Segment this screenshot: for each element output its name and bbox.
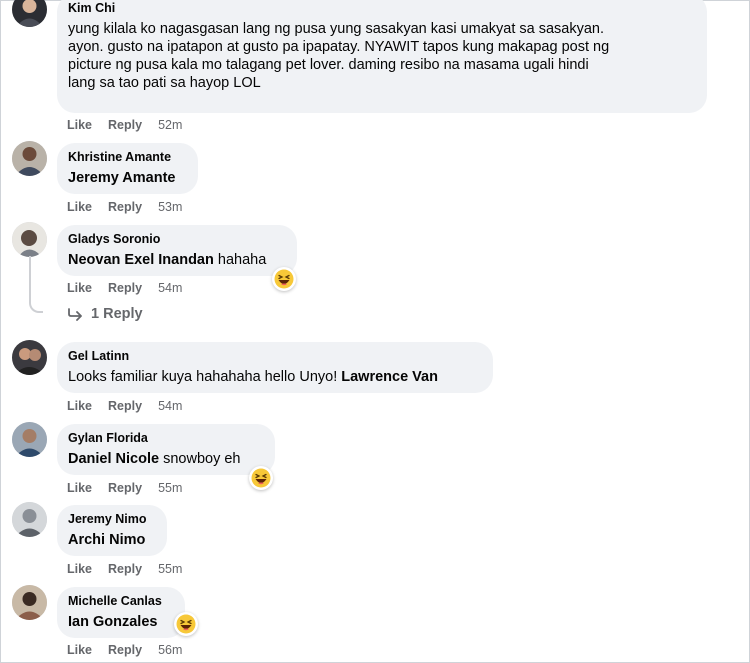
- comment-bubble: Gladys Soronio Neovan Exel Inandan hahah…: [57, 225, 297, 276]
- reaction-badge[interactable]: [174, 612, 198, 636]
- comment-text: Neovan Exel Inandan hahaha: [68, 251, 285, 269]
- comment-actions: Like Reply 55m: [67, 480, 182, 496]
- haha-emoji-icon: [274, 269, 294, 289]
- avatar[interactable]: [12, 222, 47, 257]
- comment-timestamp[interactable]: 53m: [158, 200, 182, 214]
- comment-bubble: Khristine Amante Jeremy Amante: [57, 143, 198, 194]
- comment-bubble: Gylan Florida Daniel Nicole snowboy eh: [57, 424, 275, 475]
- tagged-user-link[interactable]: Lawrence Van: [341, 369, 438, 385]
- like-button[interactable]: Like: [67, 399, 92, 413]
- comment-text-rest: snowboy eh: [159, 451, 241, 467]
- comment-timestamp[interactable]: 56m: [158, 643, 182, 657]
- comment-text-rest: hahaha: [213, 252, 267, 268]
- comment-actions: Like Reply 55m: [67, 561, 182, 577]
- reply-button[interactable]: Reply: [108, 481, 142, 495]
- reply-thread-line: [29, 256, 43, 313]
- comment-actions: Like Reply 56m: [67, 642, 182, 658]
- avatar[interactable]: [12, 340, 47, 375]
- avatar[interactable]: [12, 141, 47, 176]
- comment-text: Ian Gonzales: [68, 613, 173, 631]
- comment-bubble: Gel Latinn Looks familiar kuya hahahaha …: [57, 342, 493, 393]
- comment-text: Daniel Nicole snowboy eh: [68, 450, 263, 468]
- view-replies-link[interactable]: 1 Reply: [68, 306, 143, 322]
- reply-arrow-icon: [68, 308, 82, 321]
- comment-timestamp[interactable]: 52m: [158, 118, 182, 132]
- comment-timestamp[interactable]: 54m: [158, 399, 182, 413]
- comment-author[interactable]: Kim Chi: [68, 0, 695, 16]
- reply-button[interactable]: Reply: [108, 281, 142, 295]
- like-button[interactable]: Like: [67, 281, 92, 295]
- reply-button[interactable]: Reply: [108, 643, 142, 657]
- comment-text: Archi Nimo: [68, 531, 155, 549]
- comment-actions: Like Reply 52m: [67, 117, 182, 133]
- tagged-user-link[interactable]: Daniel Nicole: [68, 451, 159, 467]
- tagged-user-link[interactable]: Archi Nimo: [68, 532, 145, 548]
- reaction-badge[interactable]: [272, 267, 296, 291]
- comment-text-plain: Looks familiar kuya hahahaha hello Unyo!: [68, 369, 342, 385]
- comment-author[interactable]: Gladys Soronio: [68, 231, 285, 247]
- comment-bubble: Michelle Canlas Ian Gonzales: [57, 587, 185, 638]
- like-button[interactable]: Like: [67, 118, 92, 132]
- like-button[interactable]: Like: [67, 481, 92, 495]
- comment-bubble: Jeremy Nimo Archi Nimo: [57, 505, 167, 556]
- tagged-user-link[interactable]: Neovan Exel Inandan: [68, 252, 214, 268]
- comment-actions: Like Reply 54m: [67, 280, 182, 296]
- comment-timestamp[interactable]: 55m: [158, 481, 182, 495]
- comment-timestamp[interactable]: 55m: [158, 562, 182, 576]
- comment-author[interactable]: Khristine Amante: [68, 149, 186, 165]
- comment-text: yung kilala ko nagasgasan lang ng pusa y…: [68, 20, 695, 92]
- comment-author[interactable]: Gylan Florida: [68, 430, 263, 446]
- reply-button[interactable]: Reply: [108, 200, 142, 214]
- reply-button[interactable]: Reply: [108, 562, 142, 576]
- replies-count: 1 Reply: [91, 306, 143, 322]
- tagged-user-link[interactable]: Ian Gonzales: [68, 614, 157, 630]
- avatar[interactable]: [12, 502, 47, 537]
- haha-emoji-icon: [251, 468, 271, 488]
- reaction-badge[interactable]: [249, 466, 273, 490]
- comment-text-line: lang sa tao pati sa hayop LOL: [68, 75, 261, 91]
- like-button[interactable]: Like: [67, 200, 92, 214]
- reply-button[interactable]: Reply: [108, 118, 142, 132]
- comment-actions: Like Reply 53m: [67, 199, 182, 215]
- comment-bubble: Kim Chi yung kilala ko nagasgasan lang n…: [57, 0, 707, 113]
- comment-text-line: ayon. gusto na ipatapon at gusto pa ipap…: [68, 39, 610, 55]
- comment-author[interactable]: Jeremy Nimo: [68, 511, 155, 527]
- tagged-user-link[interactable]: Jeremy Amante: [68, 170, 175, 186]
- like-button[interactable]: Like: [67, 562, 92, 576]
- comment-text: Looks familiar kuya hahahaha hello Unyo!…: [68, 368, 481, 386]
- haha-emoji-icon: [176, 614, 196, 634]
- comment-text-line: picture ng pusa kala mo talagang pet lov…: [68, 57, 589, 73]
- comment-author[interactable]: Gel Latinn: [68, 348, 481, 364]
- comment-text-line: yung kilala ko nagasgasan lang ng pusa y…: [68, 21, 605, 37]
- comment-actions: Like Reply 54m: [67, 398, 182, 414]
- comment-author[interactable]: Michelle Canlas: [68, 593, 173, 609]
- comment-timestamp[interactable]: 54m: [158, 281, 182, 295]
- avatar[interactable]: [12, 585, 47, 620]
- avatar[interactable]: [12, 422, 47, 457]
- like-button[interactable]: Like: [67, 643, 92, 657]
- comment-text: Jeremy Amante: [68, 169, 186, 187]
- reply-button[interactable]: Reply: [108, 399, 142, 413]
